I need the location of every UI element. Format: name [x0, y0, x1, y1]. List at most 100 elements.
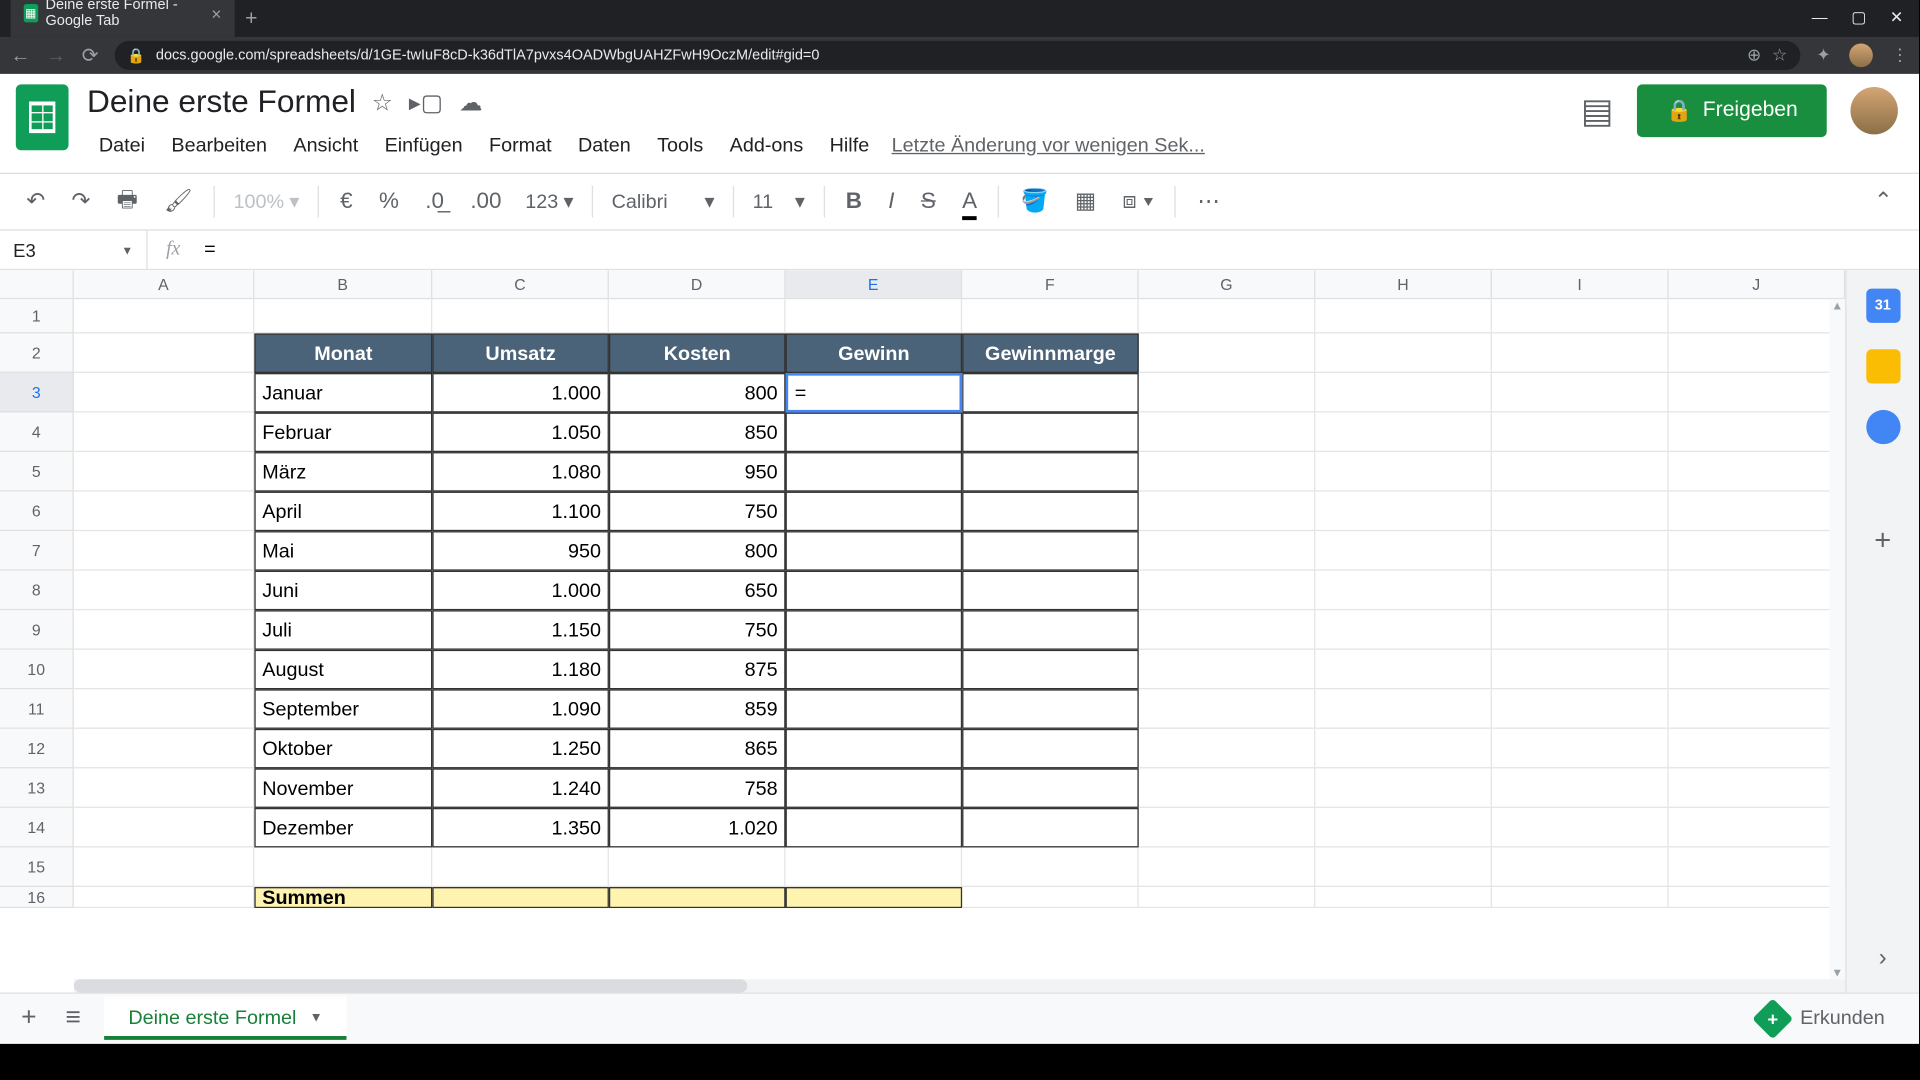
cell[interactable]	[1669, 452, 1846, 492]
calendar-icon[interactable]: 31	[1866, 289, 1900, 323]
cell[interactable]	[1669, 610, 1846, 650]
table-cell[interactable]: März	[254, 452, 432, 492]
table-cell[interactable]: 850	[609, 413, 786, 453]
formula-input[interactable]	[199, 239, 1919, 261]
cell[interactable]	[962, 847, 1139, 887]
row-header-16[interactable]: 16	[0, 887, 74, 908]
bold-button[interactable]: B	[835, 181, 872, 223]
cell[interactable]	[1492, 531, 1669, 571]
table-cell[interactable]: 859	[609, 689, 786, 729]
undo-button[interactable]: ↶	[16, 181, 56, 223]
cell[interactable]	[74, 847, 255, 887]
cell[interactable]	[786, 887, 963, 908]
move-icon[interactable]: ▸▢	[409, 89, 443, 117]
cell[interactable]	[1492, 571, 1669, 611]
cell[interactable]	[432, 847, 609, 887]
cell[interactable]	[962, 299, 1139, 333]
row-header-13[interactable]: 13	[0, 768, 74, 808]
table-cell[interactable]: 758	[609, 768, 786, 808]
cell[interactable]	[962, 452, 1139, 492]
cell[interactable]	[1492, 768, 1669, 808]
row-header-7[interactable]: 7	[0, 531, 74, 571]
cell[interactable]	[1139, 808, 1316, 848]
cell[interactable]	[1315, 333, 1492, 373]
cell[interactable]	[1492, 729, 1669, 769]
menu-edit[interactable]: Bearbeiten	[160, 129, 279, 162]
cell[interactable]	[1315, 650, 1492, 690]
address-bar[interactable]: 🔒 docs.google.com/spreadsheets/d/1GE-twI…	[114, 41, 1800, 70]
cell[interactable]	[1492, 650, 1669, 690]
table-cell[interactable]: Mai	[254, 531, 432, 571]
row-header-1[interactable]: 1	[0, 299, 74, 333]
cell[interactable]	[1669, 847, 1846, 887]
cell[interactable]	[1669, 333, 1846, 373]
table-cell[interactable]: 750	[609, 610, 786, 650]
name-box[interactable]: E3 ▼	[0, 231, 148, 269]
chevron-down-icon[interactable]: ▼	[310, 1011, 323, 1025]
print-button[interactable]: 🖶	[106, 175, 148, 229]
increase-decimal-button[interactable]: .00	[460, 181, 512, 223]
browser-tab[interactable]: ▦ Deine erste Formel - Google Tab ×	[11, 0, 235, 37]
cell[interactable]	[1139, 610, 1316, 650]
percent-button[interactable]: %	[368, 181, 409, 223]
cell[interactable]	[786, 808, 963, 848]
menu-help[interactable]: Hilfe	[818, 129, 881, 162]
zoom-icon[interactable]: ⊕	[1747, 45, 1761, 66]
vertical-scrollbar[interactable]: ▲▼	[1829, 299, 1845, 979]
cell[interactable]	[1139, 333, 1316, 373]
table-cell[interactable]: 1.050	[432, 413, 609, 453]
cell[interactable]	[1139, 373, 1316, 413]
table-cell[interactable]: April	[254, 492, 432, 532]
table-cell[interactable]: 875	[609, 650, 786, 690]
cell[interactable]	[1492, 847, 1669, 887]
new-tab-button[interactable]: +	[235, 3, 268, 37]
font-select[interactable]: Calibri▾	[604, 185, 723, 219]
table-cell[interactable]: 1.250	[432, 729, 609, 769]
italic-button[interactable]: I	[878, 181, 905, 223]
borders-button[interactable]: ▦	[1064, 181, 1106, 223]
cell[interactable]	[786, 531, 963, 571]
cell[interactable]	[1669, 650, 1846, 690]
cell[interactable]	[1139, 847, 1316, 887]
merge-button[interactable]: ⧈ ▾	[1112, 181, 1165, 223]
cell[interactable]	[74, 610, 255, 650]
col-header-j[interactable]: J	[1669, 270, 1846, 298]
cell[interactable]	[1139, 689, 1316, 729]
cell[interactable]	[1315, 299, 1492, 333]
table-cell[interactable]: Juli	[254, 610, 432, 650]
table-cell[interactable]: 1.000	[432, 373, 609, 413]
table-cell[interactable]: 650	[609, 571, 786, 611]
table-cell[interactable]: 1.350	[432, 808, 609, 848]
row-header-14[interactable]: 14	[0, 808, 74, 848]
cell[interactable]	[609, 847, 786, 887]
tab-close-icon[interactable]: ×	[211, 3, 221, 23]
cell[interactable]	[1315, 768, 1492, 808]
row-header-10[interactable]: 10	[0, 650, 74, 690]
menu-data[interactable]: Daten	[566, 129, 642, 162]
menu-file[interactable]: Datei	[87, 129, 157, 162]
cell[interactable]	[786, 610, 963, 650]
table-cell[interactable]: 1.090	[432, 689, 609, 729]
row-header-6[interactable]: 6	[0, 492, 74, 532]
select-all-corner[interactable]	[0, 270, 74, 298]
redo-button[interactable]: ↷	[61, 181, 101, 223]
table-cell[interactable]: 750	[609, 492, 786, 532]
table-header[interactable]: Gewinn	[786, 333, 963, 373]
menu-insert[interactable]: Einfügen	[373, 129, 475, 162]
cell[interactable]	[962, 887, 1139, 908]
cell[interactable]	[1669, 299, 1846, 333]
col-header-h[interactable]: H	[1315, 270, 1492, 298]
collapse-toolbar-button[interactable]: ⌃	[1863, 181, 1903, 223]
document-title[interactable]: Deine erste Formel	[87, 84, 356, 121]
cell[interactable]	[609, 299, 786, 333]
cell[interactable]	[254, 847, 432, 887]
all-sheets-button[interactable]: ≡	[60, 998, 86, 1039]
row-header-5[interactable]: 5	[0, 452, 74, 492]
cell[interactable]	[962, 650, 1139, 690]
row-header-15[interactable]: 15	[0, 847, 74, 887]
cell[interactable]	[74, 452, 255, 492]
cell-editor[interactable]	[795, 382, 953, 404]
cell[interactable]	[432, 299, 609, 333]
extensions-icon[interactable]: ✦	[1816, 45, 1830, 66]
menu-tools[interactable]: Tools	[645, 129, 715, 162]
